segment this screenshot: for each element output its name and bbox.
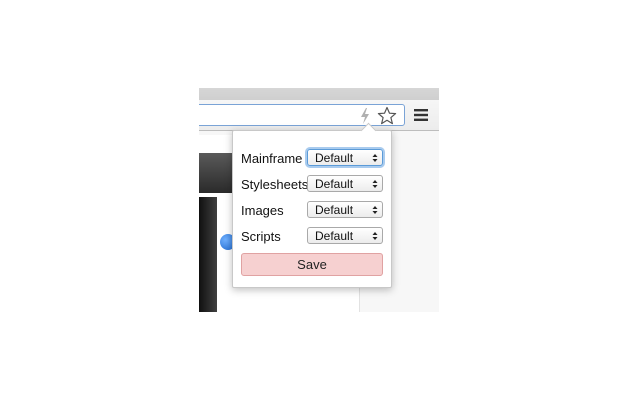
page-image [199,197,217,312]
setting-label: Images [241,203,284,218]
setting-label: Stylesheets [241,177,309,192]
tab-strip [199,88,439,100]
screenshot-stage: Mainframe Default Stylesheets Default Im… [0,0,640,400]
star-icon[interactable] [377,106,397,126]
page-header-image [199,153,235,193]
setting-row-images: Images Default [241,201,385,221]
select-value: Default [315,177,354,191]
stylesheets-select[interactable]: Default [307,175,383,192]
images-select[interactable]: Default [307,201,383,218]
setting-label: Mainframe [241,151,303,166]
setting-row-scripts: Scripts Default [241,227,385,247]
setting-label: Scripts [241,229,281,244]
address-bar[interactable] [199,104,405,126]
up-down-arrows-icon [372,232,378,240]
lightning-bolt-icon[interactable] [358,107,372,125]
select-value: Default [315,203,354,217]
up-down-arrows-icon [372,206,378,214]
select-value: Default [315,151,354,165]
up-down-arrows-icon [372,154,378,162]
save-button[interactable]: Save [241,253,383,276]
up-down-arrows-icon [372,180,378,188]
setting-row-stylesheets: Stylesheets Default [241,175,385,195]
setting-row-mainframe: Mainframe Default [241,149,385,169]
scripts-select[interactable]: Default [307,227,383,244]
select-value: Default [315,229,354,243]
hamburger-menu-icon[interactable] [413,107,429,123]
extension-popup: Mainframe Default Stylesheets Default Im… [232,122,392,288]
browser-toolbar [199,100,439,131]
mainframe-select[interactable]: Default [307,149,383,166]
